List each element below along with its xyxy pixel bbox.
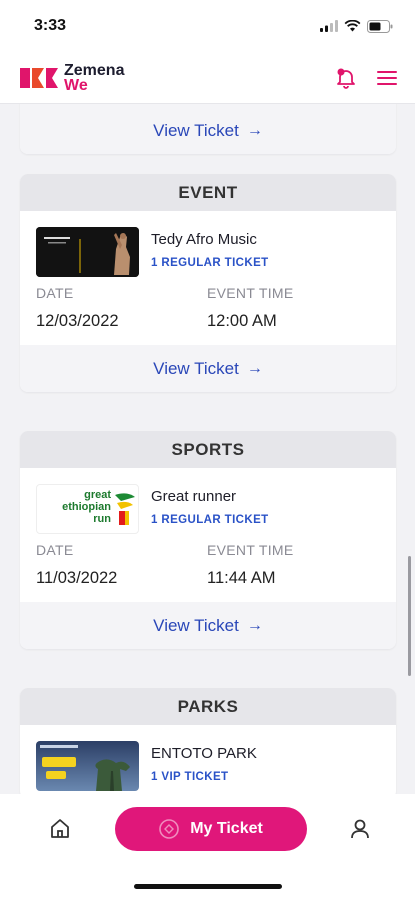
scrollbar[interactable] [408,556,411,676]
view-ticket-label: View Ticket [153,358,239,378]
time-value: 12:00 AM [207,312,277,330]
ticket-card-event[interactable]: EVENT Tedy Afro Music 1 REGULAR TICKET D… [20,174,396,392]
card-info: ENTOTO PARK 1 VIP TICKET [151,741,257,783]
brand-logo[interactable]: Zemena We [20,61,125,94]
ticket-card-sports[interactable]: SPORTS great ethiopian run Great runner … [20,431,396,649]
view-ticket-button[interactable]: View Ticket → [20,602,396,649]
bottom-nav: My Ticket [0,794,415,864]
my-ticket-label: My Ticket [190,820,263,837]
ticket-card-partial: View Ticket → [20,104,396,154]
date-column: DATE 12/03/2022 [36,285,207,331]
time-column: EVENT TIME 12:00 AM [207,285,378,331]
status-time: 3:33 [34,17,67,34]
brand-name: Zemena We [64,61,125,94]
ticket-icon [159,819,179,839]
date-value: 11/03/2022 [36,569,118,587]
header-actions [335,67,397,89]
event-meta: DATE 12/03/2022 EVENT TIME 12:00 AM [20,285,396,331]
card-summary: ENTOTO PARK 1 VIP TICKET [20,725,396,794]
card-category: EVENT [20,174,396,211]
ticket-count: 1 REGULAR TICKET [151,257,269,269]
date-label: DATE [36,285,74,301]
signal-icon [320,20,338,32]
view-ticket-label: View Ticket [153,121,239,140]
time-column: EVENT TIME 11:44 AM [207,542,378,588]
event-thumbnail [36,741,139,791]
ticket-list[interactable]: View Ticket → EVENT Tedy Afro Music 1 RE… [0,104,415,794]
event-thumbnail: great ethiopian run [36,484,139,534]
card-info: Tedy Afro Music 1 REGULAR TICKET [151,227,269,269]
view-ticket-label: View Ticket [153,615,239,635]
event-title: Tedy Afro Music [151,231,257,248]
app-header: Zemena We [0,52,415,104]
date-value: 12/03/2022 [36,312,119,330]
bell-icon[interactable] [335,67,357,89]
card-category: SPORTS [20,431,396,468]
card-summary: great ethiopian run Great runner 1 REGUL… [20,468,396,542]
my-ticket-button[interactable]: My Ticket [114,807,307,851]
arrow-right-icon: → [246,616,263,634]
date-label: DATE [36,542,74,558]
brand-name-line2: We [64,76,88,94]
event-title: Great runner [151,488,237,505]
view-ticket-button[interactable]: View Ticket → [20,104,396,154]
view-ticket-button[interactable]: View Ticket → [20,345,396,392]
home-icon[interactable] [48,817,72,841]
time-value: 11:44 AM [207,569,276,587]
home-indicator [134,884,282,889]
wifi-icon [344,20,361,32]
menu-icon[interactable] [377,70,397,86]
ticket-count: 1 VIP TICKET [151,771,229,783]
ticket-card-parks[interactable]: PARKS ENTOTO PARK 1 VIP TICKET [20,688,396,794]
arrow-right-icon: → [246,122,263,139]
brand-name-line1: Zemena [64,61,125,79]
arrow-right-icon: → [246,359,263,377]
card-info: Great runner 1 REGULAR TICKET [151,484,269,526]
status-bar: 3:33 [0,0,415,52]
logo-word-3: run [93,513,111,525]
event-meta: DATE 11/03/2022 EVENT TIME 11:44 AM [20,542,396,588]
ticket-count: 1 REGULAR TICKET [151,514,269,526]
event-thumbnail [36,227,139,277]
card-category: PARKS [20,688,396,725]
profile-icon[interactable] [349,817,371,841]
status-icons [320,19,393,33]
event-title: ENTOTO PARK [151,745,257,762]
logo-word-1: great [84,489,111,501]
logo-word-2: ethiopian [62,501,111,513]
card-summary: Tedy Afro Music 1 REGULAR TICKET [20,211,396,285]
time-label: EVENT TIME [207,285,294,301]
date-column: DATE 11/03/2022 [36,542,207,588]
battery-icon [367,19,393,33]
brand-mark-icon [20,67,58,88]
time-label: EVENT TIME [207,542,294,558]
